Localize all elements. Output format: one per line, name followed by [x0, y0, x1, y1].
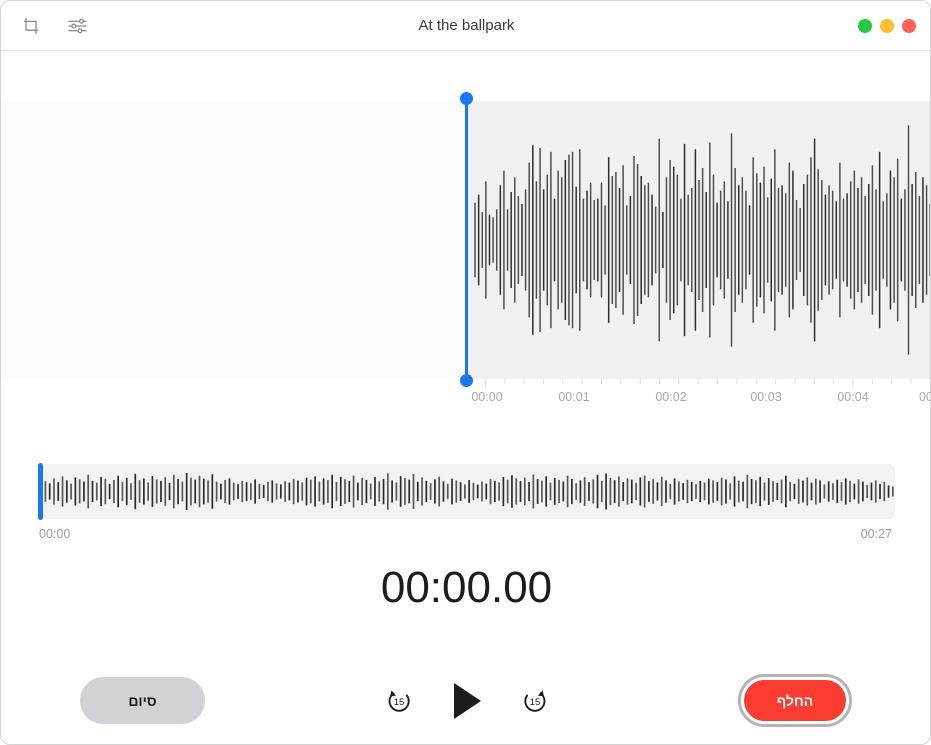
- ruler-label: 00:01: [558, 390, 590, 404]
- titlebar-tools: [19, 1, 89, 51]
- overview-end-time: 00:27: [860, 527, 892, 541]
- replace-button[interactable]: החלף: [744, 680, 846, 721]
- playhead-handle-bottom[interactable]: [460, 374, 473, 387]
- ruler-label: 00: [919, 390, 930, 404]
- page-title: At the ballpark: [418, 17, 515, 34]
- equalizer-icon[interactable]: [65, 14, 89, 38]
- zoom-button[interactable]: [858, 19, 872, 33]
- timecode-display: 00:00.00: [380, 563, 553, 612]
- ruler-label: 00:03: [750, 390, 782, 404]
- crop-icon[interactable]: [19, 14, 43, 38]
- svg-text:15: 15: [393, 697, 404, 708]
- play-button[interactable]: [450, 681, 484, 721]
- window-titlebar: At the ballpark: [1, 1, 930, 51]
- voice-memo-window: At the ballpark 00:00 00:01 00:02 00:03 00:0…: [0, 0, 931, 745]
- skip-back-15-button[interactable]: 15: [384, 686, 414, 716]
- playhead-line[interactable]: [465, 94, 468, 386]
- replace-button-focus-ring: החלף: [738, 674, 852, 727]
- skip-forward-15-button[interactable]: 15: [520, 686, 550, 716]
- overview-waveform-strip[interactable]: [39, 464, 895, 519]
- playhead-handle-top[interactable]: [460, 92, 473, 105]
- done-button[interactable]: סיום: [80, 677, 205, 724]
- svg-text:15: 15: [529, 697, 540, 708]
- close-button[interactable]: [902, 19, 916, 33]
- overview-waveform: [40, 473, 894, 510]
- skip-back-15-icon: 15: [388, 690, 410, 712]
- skip-forward-15-icon: 15: [523, 690, 545, 712]
- play-icon: [453, 683, 481, 719]
- overview-start-time: 00:00: [39, 527, 71, 541]
- minimize-button[interactable]: [880, 19, 894, 33]
- ruler-label: 00:02: [655, 390, 687, 404]
- ruler-label: 00:00: [471, 390, 503, 404]
- window-controls: [858, 1, 916, 51]
- overview-playhead[interactable]: [38, 463, 43, 520]
- ruler-label: 00:04: [837, 390, 869, 404]
